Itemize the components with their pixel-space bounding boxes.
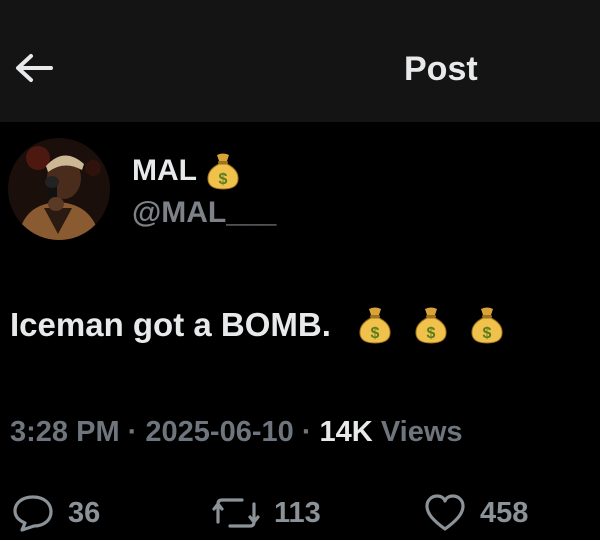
meta-separator: · (301, 416, 312, 448)
post-date[interactable]: 2025-06-10 (145, 416, 293, 448)
emoji-row (357, 306, 505, 344)
top-bar: Post (0, 0, 600, 122)
meta-separator: · (127, 416, 138, 448)
money-bag-icon (357, 306, 393, 344)
back-arrow-icon (16, 54, 53, 82)
reply-button[interactable]: 36 (12, 486, 100, 540)
repost-button[interactable]: 113 (212, 486, 321, 540)
action-bar: 36 113 458 (0, 486, 600, 540)
repost-count: 113 (274, 496, 321, 529)
avatar[interactable] (8, 138, 110, 240)
money-bag-icon (413, 306, 449, 344)
post-time[interactable]: 3:28 PM (10, 416, 120, 448)
repost-icon (212, 498, 260, 528)
like-button[interactable]: 458 (424, 486, 528, 540)
page-title: Post (404, 50, 478, 88)
reply-icon (13, 495, 53, 532)
reply-count: 36 (68, 496, 101, 529)
author-handle[interactable]: @MAL___ (132, 196, 276, 230)
post-text: Iceman got a BOMB. (10, 306, 505, 344)
views-label: Views (380, 416, 463, 448)
back-button[interactable] (10, 48, 56, 88)
views-count: 14K (319, 416, 373, 448)
money-bag-icon (469, 306, 505, 344)
author-name-text: MAL (132, 154, 197, 187)
author-name[interactable]: MAL (132, 152, 241, 190)
like-count: 458 (480, 496, 529, 529)
post-meta: 3:28 PM · 2025-06-10 · 14K Views (10, 416, 463, 449)
heart-icon (425, 494, 465, 531)
post-text-content: Iceman got a BOMB. (10, 306, 331, 343)
money-bag-icon (205, 152, 241, 190)
avatar-photo (8, 138, 110, 240)
